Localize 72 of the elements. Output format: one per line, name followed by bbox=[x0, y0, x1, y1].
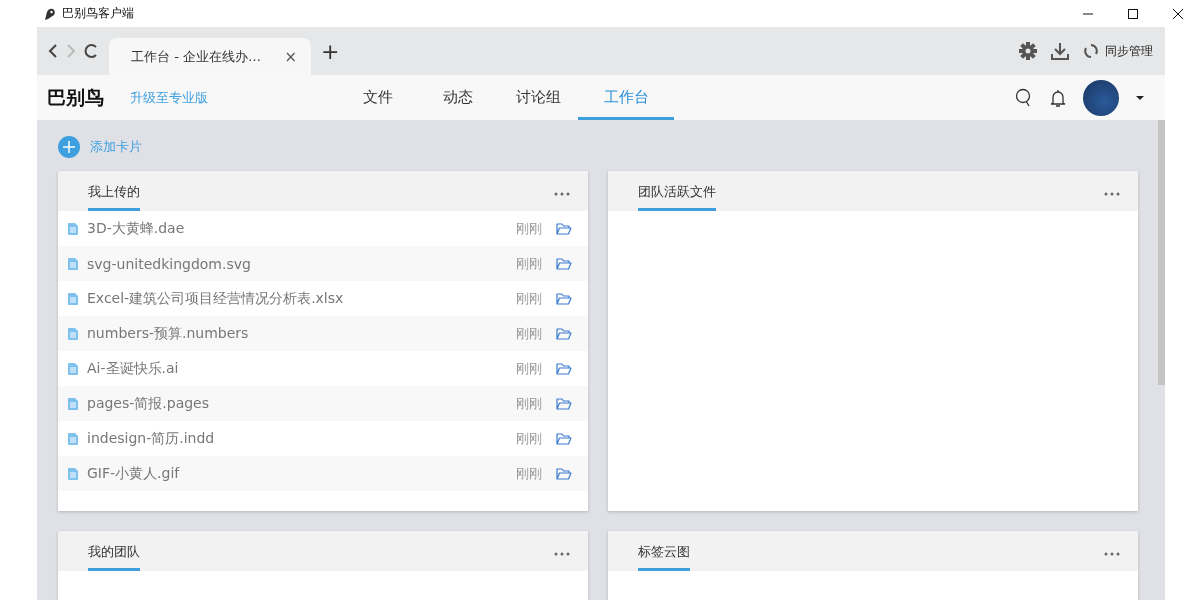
card-title[interactable]: 标签云图 bbox=[638, 531, 690, 571]
nav-tab[interactable]: 动态 bbox=[418, 75, 498, 120]
forward-icon bbox=[65, 44, 77, 58]
nav-tab[interactable]: 文件 bbox=[338, 75, 418, 120]
file-time: 刚刚 bbox=[516, 324, 542, 343]
bell-icon[interactable] bbox=[1049, 87, 1067, 108]
file-row[interactable]: numbers-预算.numbers 刚刚 bbox=[58, 316, 588, 351]
file-name[interactable]: GIF-小黄人.gif bbox=[87, 464, 180, 483]
file-time: 刚刚 bbox=[516, 254, 542, 273]
more-icon[interactable] bbox=[554, 552, 570, 556]
document-icon bbox=[68, 257, 78, 270]
file-row[interactable]: Excel-建筑公司项目经营情况分析表.xlsx 刚刚 bbox=[58, 281, 588, 316]
tab-close-button[interactable]: × bbox=[284, 47, 297, 66]
upgrade-link[interactable]: 升级至专业版 bbox=[130, 88, 208, 107]
file-time: 刚刚 bbox=[516, 219, 542, 238]
card-title[interactable]: 我上传的 bbox=[88, 171, 140, 211]
scrollbar-thumb[interactable] bbox=[1158, 120, 1165, 385]
file-name[interactable]: svg-unitedkingdom.svg bbox=[87, 255, 251, 272]
file-row[interactable]: pages-简报.pages 刚刚 bbox=[58, 386, 588, 421]
document-icon bbox=[68, 397, 78, 410]
back-icon[interactable] bbox=[47, 44, 59, 58]
reload-icon[interactable] bbox=[83, 43, 99, 59]
file-name[interactable]: 3D-大黄蜂.dae bbox=[87, 219, 185, 238]
maximize-icon[interactable] bbox=[1126, 7, 1139, 20]
user-avatar[interactable] bbox=[1083, 79, 1119, 116]
document-icon bbox=[68, 467, 78, 480]
folder-icon[interactable] bbox=[556, 467, 572, 480]
search-icon[interactable] bbox=[1015, 87, 1033, 108]
file-time: 刚刚 bbox=[516, 394, 542, 413]
plus-icon bbox=[58, 136, 80, 158]
folder-icon[interactable] bbox=[556, 362, 572, 375]
sync-button[interactable]: 同步管理 bbox=[1083, 42, 1153, 60]
folder-icon[interactable] bbox=[556, 222, 572, 235]
document-icon bbox=[68, 432, 78, 445]
sync-icon bbox=[1083, 43, 1099, 59]
folder-icon[interactable] bbox=[556, 397, 572, 410]
nav-tab[interactable]: 讨论组 bbox=[498, 75, 578, 120]
browser-tab[interactable]: 工作台 - 企业在线办… × bbox=[109, 38, 311, 75]
file-name[interactable]: pages-简报.pages bbox=[87, 394, 210, 413]
download-icon[interactable] bbox=[1051, 42, 1069, 60]
folder-icon[interactable] bbox=[556, 257, 572, 270]
document-icon bbox=[68, 362, 78, 375]
card-title[interactable]: 团队活跃文件 bbox=[638, 171, 716, 211]
file-name[interactable]: numbers-预算.numbers bbox=[87, 324, 249, 343]
settings-icon[interactable] bbox=[1019, 42, 1037, 60]
folder-icon[interactable] bbox=[556, 432, 572, 445]
more-icon[interactable] bbox=[554, 192, 570, 196]
file-name[interactable]: Excel-建筑公司项目经营情况分析表.xlsx bbox=[87, 289, 344, 308]
folder-icon[interactable] bbox=[556, 292, 572, 305]
caret-icon[interactable] bbox=[1135, 94, 1145, 101]
more-icon[interactable] bbox=[1104, 192, 1120, 196]
file-name[interactable]: Ai-圣诞快乐.ai bbox=[87, 359, 179, 378]
file-time: 刚刚 bbox=[516, 289, 542, 308]
app-logo: 巴别鸟 bbox=[47, 84, 104, 110]
window-title: 巴别鸟客户端 bbox=[62, 5, 134, 22]
close-icon[interactable] bbox=[1171, 7, 1184, 20]
file-row[interactable]: svg-unitedkingdom.svg 刚刚 bbox=[58, 246, 588, 281]
file-name[interactable]: indesign-简历.indd bbox=[87, 429, 215, 448]
card-title[interactable]: 我的团队 bbox=[88, 531, 140, 571]
more-icon[interactable] bbox=[1104, 552, 1120, 556]
document-icon bbox=[68, 222, 78, 235]
new-tab-button[interactable]: + bbox=[321, 27, 340, 75]
document-icon bbox=[68, 292, 78, 305]
folder-icon[interactable] bbox=[556, 327, 572, 340]
file-row[interactable]: 3D-大黄蜂.dae 刚刚 bbox=[58, 211, 588, 246]
file-time: 刚刚 bbox=[516, 359, 542, 378]
file-time: 刚刚 bbox=[516, 429, 542, 448]
file-time: 刚刚 bbox=[516, 464, 542, 483]
file-row[interactable]: Ai-圣诞快乐.ai 刚刚 bbox=[58, 351, 588, 386]
document-icon bbox=[68, 327, 78, 340]
file-row[interactable]: indesign-简历.indd 刚刚 bbox=[58, 421, 588, 456]
file-row[interactable]: GIF-小黄人.gif 刚刚 bbox=[58, 456, 588, 491]
